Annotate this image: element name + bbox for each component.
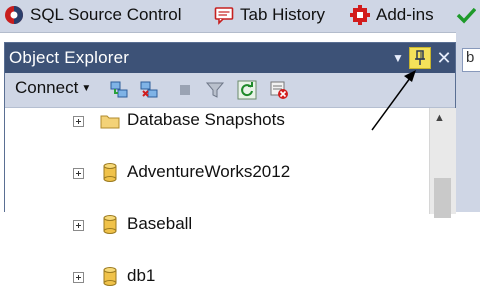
expand-icon[interactable] bbox=[73, 220, 84, 231]
expand-icon[interactable] bbox=[73, 272, 84, 283]
tree-node-label: db1 bbox=[127, 266, 156, 285]
tree-node-label: Baseball bbox=[127, 214, 193, 233]
annotation-arrow bbox=[371, 70, 416, 131]
database-icon bbox=[100, 266, 120, 286]
database-icon bbox=[100, 214, 120, 234]
